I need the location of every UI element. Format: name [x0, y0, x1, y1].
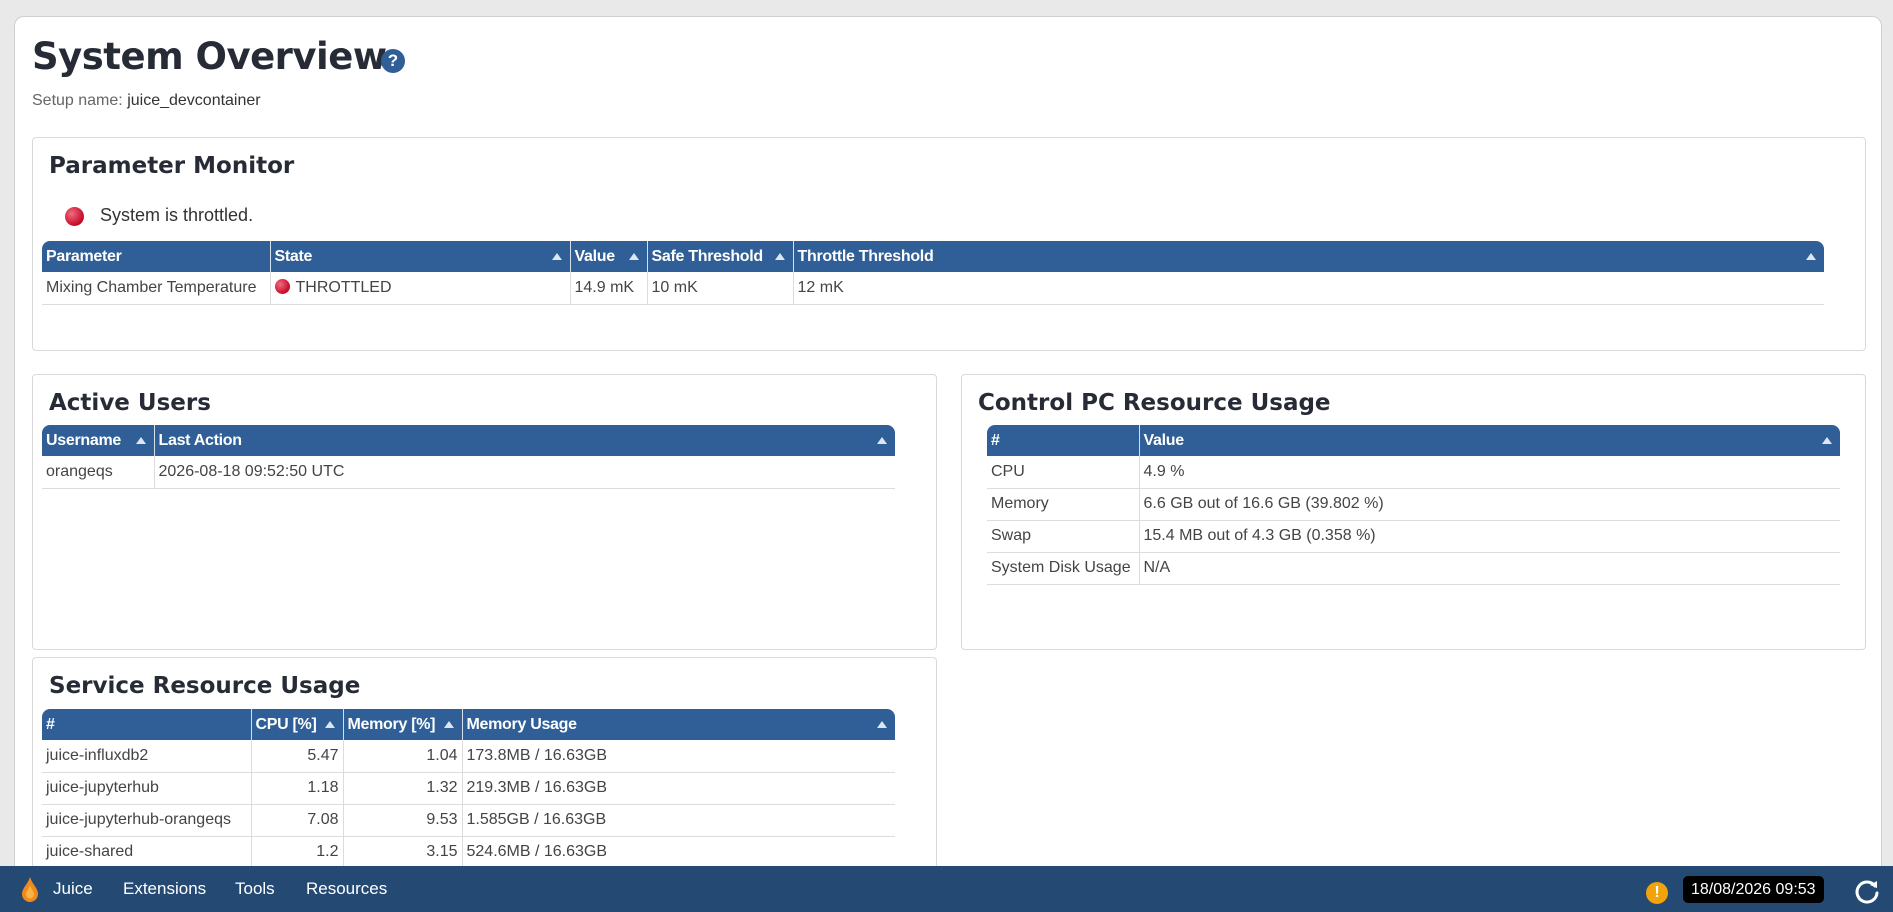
- throttle-status: System is throttled.: [65, 205, 253, 226]
- memory-usage-cell: 219.3MB / 16.63GB: [462, 772, 895, 805]
- throttle-threshold-cell: 12 mK: [793, 272, 1824, 305]
- menu-tools[interactable]: Tools: [235, 879, 275, 899]
- resource-name-cell: Memory: [987, 488, 1140, 521]
- column-header-value[interactable]: Value: [570, 241, 648, 272]
- column-header-parameter[interactable]: Parameter: [42, 241, 271, 272]
- table-row: Swap 15.4 MB out of 4.3 GB (0.358 %): [987, 520, 1840, 553]
- service-name-cell: juice-influxdb2: [42, 740, 252, 773]
- setup-name: Setup name: juice_devcontainer: [32, 92, 261, 110]
- username-cell: orangeqs: [42, 456, 155, 489]
- memory-percent-cell: 1.32: [343, 772, 463, 805]
- sort-asc-icon[interactable]: [1806, 253, 1816, 260]
- service-name-cell: juice-shared: [42, 836, 252, 869]
- table-row: juice-influxdb2 5.47 1.04 173.8MB / 16.6…: [42, 740, 895, 773]
- control-pc-card: Control PC Resource Usage # Value CPU 4.…: [961, 374, 1866, 650]
- parameter-monitor-title: Parameter Monitor: [49, 153, 295, 179]
- active-users-table: Username Last Action orangeqs 2026-08-18…: [42, 425, 895, 489]
- setup-label: Setup name:: [32, 92, 123, 109]
- table-row: Mixing Chamber Temperature THROTTLED 14.…: [42, 272, 1824, 305]
- column-header-memory-usage[interactable]: Memory Usage: [462, 709, 895, 740]
- refresh-icon[interactable]: [1854, 878, 1880, 904]
- memory-usage-cell: 1.585GB / 16.63GB: [462, 804, 895, 837]
- resource-value-cell: 6.6 GB out of 16.6 GB (39.802 %): [1139, 488, 1840, 521]
- main-panel: System Overview ? Setup name: juice_devc…: [14, 16, 1882, 872]
- column-header-hash[interactable]: #: [42, 709, 252, 740]
- sort-asc-icon[interactable]: [324, 721, 335, 728]
- warning-icon[interactable]: !: [1646, 882, 1668, 904]
- state-text: THROTTLED: [295, 278, 392, 296]
- table-row: juice-shared 1.2 3.15 524.6MB / 16.63GB: [42, 836, 895, 869]
- parameter-cell: Mixing Chamber Temperature: [42, 272, 271, 305]
- menu-extensions[interactable]: Extensions: [123, 879, 206, 899]
- state-cell: THROTTLED: [270, 272, 571, 305]
- memory-usage-cell: 173.8MB / 16.63GB: [462, 740, 895, 773]
- memory-usage-cell: 524.6MB / 16.63GB: [462, 836, 895, 869]
- column-header-value[interactable]: Value: [1139, 425, 1840, 456]
- sort-asc-icon[interactable]: [1822, 437, 1832, 444]
- memory-percent-cell: 1.04: [343, 740, 463, 773]
- memory-percent-cell: 3.15: [343, 836, 463, 869]
- service-name-cell: juice-jupyterhub-orangeqs: [42, 804, 252, 837]
- resource-value-cell: 4.9 %: [1139, 456, 1840, 489]
- sort-asc-icon[interactable]: [443, 721, 454, 728]
- menu-resources[interactable]: Resources: [306, 879, 387, 899]
- parameter-monitor-card: Parameter Monitor System is throttled. P…: [32, 137, 1866, 351]
- service-usage-table: # CPU [%] Memory [%] Memory Usage juice-…: [42, 709, 895, 869]
- active-users-title: Active Users: [49, 390, 211, 416]
- sort-asc-icon[interactable]: [551, 253, 562, 260]
- help-icon[interactable]: ?: [381, 49, 405, 73]
- memory-percent-cell: 9.53: [343, 804, 463, 837]
- table-row: CPU 4.9 %: [987, 456, 1840, 489]
- last-action-cell: 2026-08-18 09:52:50 UTC: [154, 456, 895, 489]
- resource-name-cell: CPU: [987, 456, 1140, 489]
- table-row: juice-jupyterhub-orangeqs 7.08 9.53 1.58…: [42, 804, 895, 837]
- column-header-throttle-threshold[interactable]: Throttle Threshold: [793, 241, 1824, 272]
- state-red-dot-icon: [274, 278, 290, 294]
- parameter-table: Parameter State Value Safe Threshold Thr…: [42, 241, 1824, 305]
- cpu-cell: 7.08: [251, 804, 344, 837]
- juice-drop-icon[interactable]: [21, 876, 39, 902]
- cpu-cell: 1.2: [251, 836, 344, 869]
- sort-asc-icon[interactable]: [628, 253, 639, 260]
- sort-asc-icon[interactable]: [877, 721, 887, 728]
- column-header-username[interactable]: Username: [42, 425, 155, 456]
- setup-value: juice_devcontainer: [127, 92, 261, 109]
- status-red-dot-icon: [65, 206, 84, 226]
- sort-asc-icon[interactable]: [877, 437, 887, 444]
- value-cell: 14.9 mK: [570, 272, 648, 305]
- table-row: orangeqs 2026-08-18 09:52:50 UTC: [42, 456, 895, 489]
- table-row: System Disk Usage N/A: [987, 552, 1840, 585]
- taskbar: Juice Extensions Tools Resources ! 18/08…: [0, 866, 1893, 912]
- column-header-last-action[interactable]: Last Action: [154, 425, 895, 456]
- taskbar-brand[interactable]: Juice: [53, 879, 93, 899]
- cpu-cell: 1.18: [251, 772, 344, 805]
- table-row: Memory 6.6 GB out of 16.6 GB (39.802 %): [987, 488, 1840, 521]
- resource-value-cell: 15.4 MB out of 4.3 GB (0.358 %): [1139, 520, 1840, 553]
- column-header-state[interactable]: State: [270, 241, 571, 272]
- control-pc-title: Control PC Resource Usage: [978, 390, 1331, 416]
- page-title: System Overview: [32, 35, 387, 78]
- service-name-cell: juice-jupyterhub: [42, 772, 252, 805]
- resource-value-cell: N/A: [1139, 552, 1840, 585]
- column-header-safe-threshold[interactable]: Safe Threshold: [647, 241, 794, 272]
- cpu-cell: 5.47: [251, 740, 344, 773]
- column-header-memory-percent[interactable]: Memory [%]: [343, 709, 463, 740]
- safe-threshold-cell: 10 mK: [647, 272, 794, 305]
- throttle-status-text: System is throttled.: [100, 205, 254, 225]
- resource-name-cell: Swap: [987, 520, 1140, 553]
- column-header-hash[interactable]: #: [987, 425, 1140, 456]
- resource-name-cell: System Disk Usage: [987, 552, 1140, 585]
- service-usage-card: Service Resource Usage # CPU [%] Memory …: [32, 657, 937, 871]
- control-pc-table: # Value CPU 4.9 % Memory 6.6 GB out of 1…: [987, 425, 1840, 585]
- sort-asc-icon[interactable]: [135, 437, 146, 444]
- table-row: juice-jupyterhub 1.18 1.32 219.3MB / 16.…: [42, 772, 895, 805]
- column-header-cpu[interactable]: CPU [%]: [251, 709, 344, 740]
- active-users-card: Active Users Username Last Action orange…: [32, 374, 937, 650]
- sort-asc-icon[interactable]: [774, 253, 785, 260]
- service-usage-title: Service Resource Usage: [49, 673, 361, 699]
- clock: 18/08/2026 09:53: [1683, 876, 1824, 903]
